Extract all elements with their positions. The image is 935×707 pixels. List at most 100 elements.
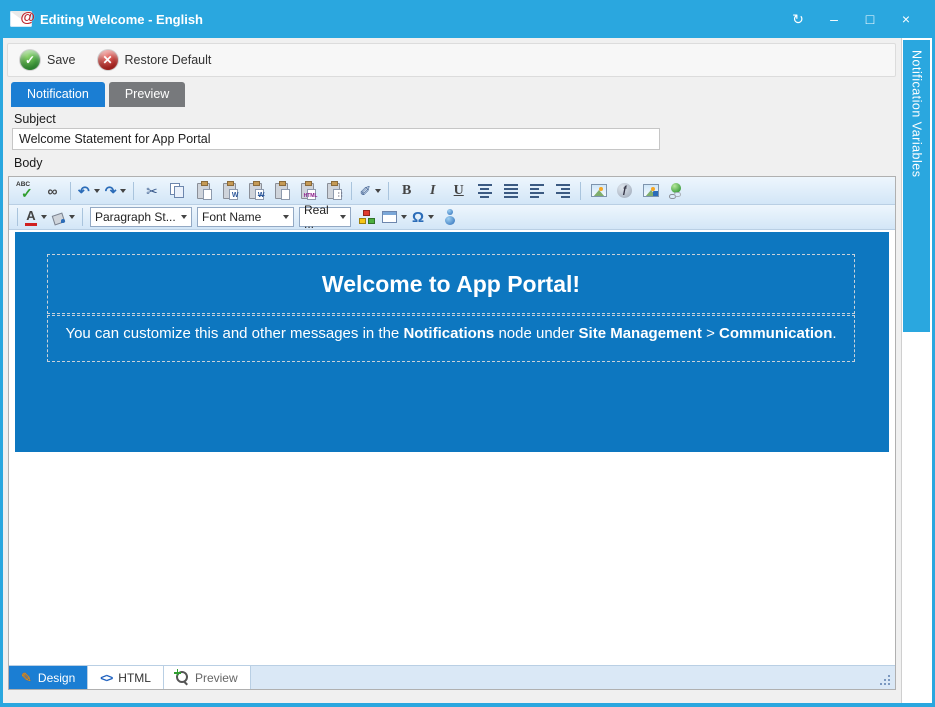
editor-canvas[interactable]: Welcome to App Portal! You can customize… xyxy=(9,230,895,665)
minimize-button[interactable]: – xyxy=(823,8,845,30)
chevron-down-icon xyxy=(283,215,289,219)
editor-toolbar-row1: ABC ✓ ∞ ↶ ↷ ✂ xyxy=(9,177,895,205)
background-color-button[interactable] xyxy=(50,206,77,228)
restore-default-button[interactable]: ✕ Restore Default xyxy=(98,50,212,70)
copy-icon xyxy=(170,183,185,199)
cut-button[interactable]: ✂ xyxy=(139,180,164,202)
mode-tab-html[interactable]: <> HTML xyxy=(88,666,164,689)
copy-button[interactable] xyxy=(165,180,190,202)
align-center-button[interactable] xyxy=(472,180,497,202)
mode-tab-preview[interactable]: Preview xyxy=(164,666,251,689)
chevron-down-icon[interactable] xyxy=(41,215,47,219)
mode-tab-design[interactable]: ✎ Design xyxy=(9,666,88,689)
chevron-down-icon[interactable] xyxy=(69,215,75,219)
chevron-down-icon[interactable] xyxy=(94,189,100,193)
heading-editable-region[interactable]: Welcome to App Portal! xyxy=(47,254,855,314)
paragraph-style-dropdown[interactable]: Paragraph St... xyxy=(90,207,192,227)
restore-x-icon: ✕ xyxy=(98,50,118,70)
maximize-button[interactable]: □ xyxy=(859,8,881,30)
paste-plain-text-button[interactable] xyxy=(269,180,294,202)
font-name-value: Font Name xyxy=(202,210,261,224)
refresh-button[interactable]: ↻ xyxy=(787,8,809,30)
align-right-icon xyxy=(556,184,570,198)
dialog-body: ✓ Save ✕ Restore Default Notification Pr… xyxy=(3,38,932,703)
window-controls: ↻ – □ × xyxy=(787,8,917,30)
link-globe-icon xyxy=(669,183,685,199)
chevron-down-icon xyxy=(181,215,187,219)
bold-icon: B xyxy=(402,184,411,198)
title-bar: @ Editing Welcome - English ↻ – □ × xyxy=(0,0,935,38)
clipboard-html-icon: HTML xyxy=(301,183,314,199)
paste-from-word-button[interactable]: W xyxy=(217,180,242,202)
telerik-ball-icon xyxy=(444,209,456,225)
bold-button[interactable]: B xyxy=(394,180,419,202)
image-edit-icon xyxy=(643,184,659,197)
flash-manager-button[interactable]: ƒ xyxy=(612,180,637,202)
clipboard-word-strip-icon: W xyxy=(249,183,262,199)
format-brush-icon: ✐ xyxy=(359,184,371,198)
font-name-dropdown[interactable]: Font Name xyxy=(197,207,294,227)
font-size-value: Real ... xyxy=(304,203,338,231)
redo-button[interactable]: ↷ xyxy=(103,180,129,202)
toolbar-separator xyxy=(133,182,134,200)
close-button[interactable]: × xyxy=(895,8,917,30)
paste-special-button[interactable]: ∷ xyxy=(321,180,346,202)
notification-variables-tab[interactable]: Notification Variables xyxy=(903,40,930,332)
editor-about-button[interactable] xyxy=(437,206,462,228)
save-check-icon: ✓ xyxy=(20,50,40,70)
insert-symbol-button[interactable]: Ω xyxy=(410,206,436,228)
find-replace-button[interactable]: ∞ xyxy=(40,180,65,202)
subject-label: Subject xyxy=(14,112,56,126)
paragraph-editable-region[interactable]: You can customize this and other message… xyxy=(47,315,855,362)
at-glyph: @ xyxy=(20,9,35,26)
resize-grip[interactable] xyxy=(880,673,892,685)
chevron-down-icon[interactable] xyxy=(120,189,126,193)
omega-icon: Ω xyxy=(412,210,424,225)
window-title: Editing Welcome - English xyxy=(40,12,787,27)
format-stripper-button[interactable]: ✐ xyxy=(357,180,383,202)
table-grid-icon xyxy=(382,211,397,223)
chevron-down-icon xyxy=(340,215,346,219)
insert-snippet-button[interactable] xyxy=(354,206,379,228)
spellcheck-icon: ABC ✓ xyxy=(15,181,37,201)
underline-button[interactable]: U xyxy=(446,180,471,202)
undo-button[interactable]: ↶ xyxy=(76,180,102,202)
save-label: Save xyxy=(47,53,76,67)
toolbar-separator xyxy=(70,182,71,200)
pencil-icon: ✎ xyxy=(21,670,32,686)
chevron-down-icon[interactable] xyxy=(428,215,434,219)
paste-from-word-strip-font-button[interactable]: W xyxy=(243,180,268,202)
tab-notification[interactable]: Notification xyxy=(11,82,105,107)
design-label: Design xyxy=(38,671,75,685)
align-right-button[interactable] xyxy=(550,180,575,202)
align-left-button[interactable] xyxy=(524,180,549,202)
font-color-icon: A xyxy=(25,209,37,226)
rich-text-editor: ABC ✓ ∞ ↶ ↷ ✂ xyxy=(8,176,896,690)
tab-preview[interactable]: Preview xyxy=(109,82,185,107)
image-manager-button[interactable] xyxy=(586,180,611,202)
editor-toolbar-row2: A Paragraph St... Font Name xyxy=(9,205,895,230)
paste-as-html-button[interactable]: HTML xyxy=(295,180,320,202)
chevron-down-icon[interactable] xyxy=(401,215,407,219)
subject-input[interactable] xyxy=(12,128,660,150)
redo-icon: ↷ xyxy=(105,184,117,198)
image-icon xyxy=(591,184,607,197)
spellcheck-button[interactable]: ABC ✓ xyxy=(13,180,39,202)
save-button[interactable]: ✓ Save xyxy=(20,50,76,70)
foreground-color-button[interactable]: A xyxy=(23,206,49,228)
chevron-down-icon[interactable] xyxy=(375,189,381,193)
editor-mode-strip: ✎ Design <> HTML Preview xyxy=(9,665,895,689)
paste-button[interactable] xyxy=(191,180,216,202)
justify-button[interactable] xyxy=(498,180,523,202)
font-size-dropdown[interactable]: Real ... xyxy=(299,207,351,227)
image-properties-button[interactable] xyxy=(638,180,663,202)
tab-bar: Notification Preview xyxy=(11,82,185,107)
binoculars-icon: ∞ xyxy=(48,184,58,198)
toolbar-separator xyxy=(17,208,18,226)
hyperlink-manager-button[interactable] xyxy=(664,180,689,202)
message-blue-background[interactable]: Welcome to App Portal! You can customize… xyxy=(15,232,889,452)
code-brackets-icon: <> xyxy=(100,671,112,685)
italic-button[interactable]: I xyxy=(420,180,445,202)
body-label: Body xyxy=(14,156,43,170)
insert-table-button[interactable] xyxy=(380,206,409,228)
